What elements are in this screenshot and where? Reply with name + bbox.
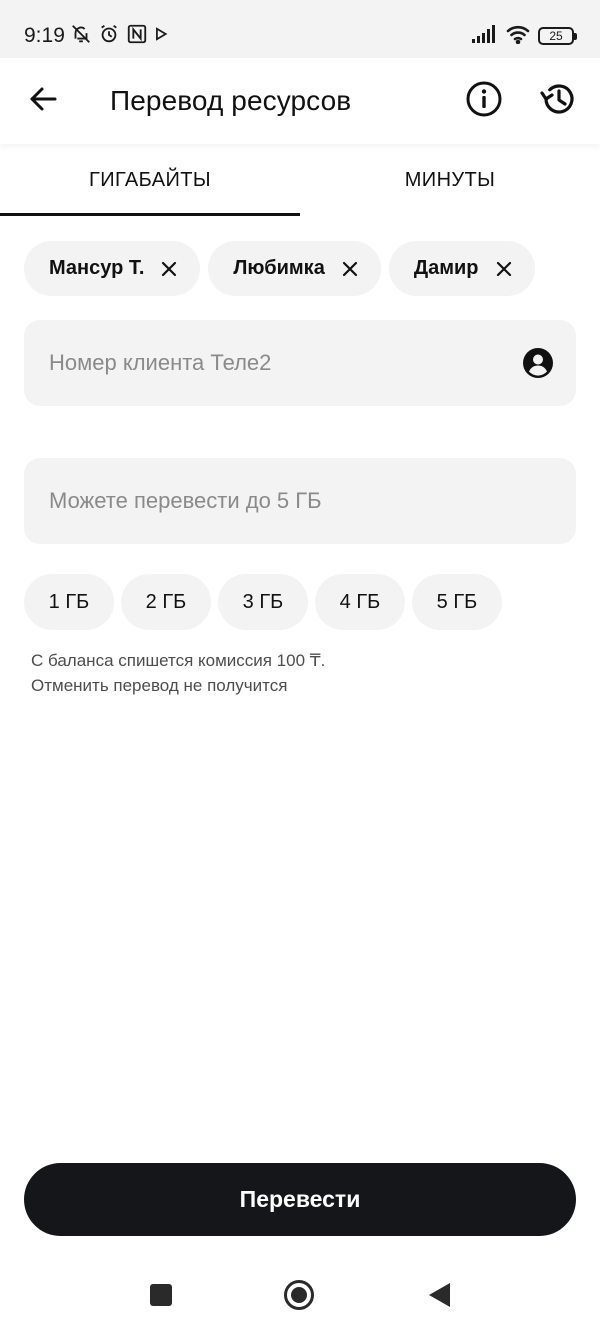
square-icon <box>149 1283 173 1312</box>
amount-option-5gb[interactable]: 5 ГБ <box>412 574 502 630</box>
phone-field <box>24 320 576 406</box>
contact-chip-label: Мансур Т. <box>49 257 145 279</box>
back-button[interactable] <box>22 80 64 122</box>
back-arrow-icon <box>27 83 59 120</box>
amount-option-2gb[interactable]: 2 ГБ <box>121 574 211 630</box>
home-circle-icon <box>283 1279 315 1316</box>
contact-chip[interactable]: Дамир <box>388 241 535 296</box>
amount-options: 1 ГБ 2 ГБ 3 ГБ 4 ГБ 5 ГБ <box>24 574 502 630</box>
contact-chip[interactable]: Любимка <box>208 241 381 296</box>
signal-icon <box>472 24 498 48</box>
phone-input[interactable] <box>24 320 576 406</box>
system-nav-bar <box>0 1262 600 1332</box>
status-time: 9:19 <box>24 24 65 47</box>
nfc-icon <box>126 23 148 50</box>
amount-option-1gb[interactable]: 1 ГБ <box>24 574 114 630</box>
wifi-icon <box>506 24 530 49</box>
history-button[interactable] <box>536 79 580 123</box>
contact-chip[interactable]: Мансур Т. <box>24 241 201 296</box>
close-icon[interactable] <box>160 260 178 278</box>
amount-option-3gb[interactable]: 3 ГБ <box>218 574 308 630</box>
fee-notice-line: Отменить перевод не получится <box>31 676 288 695</box>
close-icon[interactable] <box>341 260 359 278</box>
amount-option-4gb[interactable]: 4 ГБ <box>315 574 405 630</box>
close-icon[interactable] <box>495 260 513 278</box>
muted-bell-icon <box>70 23 92 50</box>
play-store-icon <box>154 26 168 46</box>
tab-minutes[interactable]: МИНУТЫ <box>300 144 600 216</box>
transfer-button[interactable]: Перевести <box>24 1163 576 1236</box>
status-bar: 9:19 25 <box>0 0 600 58</box>
system-back-button[interactable] <box>424 1282 454 1312</box>
alarm-icon <box>98 23 120 50</box>
fee-notice-line: С баланса спишется комиссия 100 ₸. <box>31 651 326 670</box>
app-bar: Перевод ресурсов <box>0 58 600 144</box>
info-icon <box>465 80 503 123</box>
battery-icon: 25 <box>538 27 577 45</box>
contact-chip-label: Любимка <box>233 257 325 279</box>
status-icons-left <box>70 22 168 50</box>
amount-input[interactable] <box>24 458 576 544</box>
info-button[interactable] <box>462 79 506 123</box>
contact-picker-icon[interactable] <box>522 347 554 379</box>
tab-gigabytes[interactable]: ГИГАБАЙТЫ <box>0 144 300 216</box>
triangle-back-icon <box>426 1281 452 1314</box>
home-button[interactable] <box>284 1279 314 1312</box>
fee-notice: С баланса спишется комиссия 100 ₸. Отмен… <box>31 648 325 698</box>
recents-button[interactable] <box>146 1282 176 1312</box>
contact-chip-label: Дамир <box>413 257 479 279</box>
battery-level: 25 <box>549 29 563 43</box>
history-icon <box>538 79 578 124</box>
recent-contacts: Мансур Т. Любимка Дамир <box>24 241 535 296</box>
status-icons-right: 25 <box>472 22 577 50</box>
amount-field <box>24 458 576 544</box>
page-title: Перевод ресурсов <box>110 85 352 116</box>
tab-bar: ГИГАБАЙТЫ МИНУТЫ <box>0 144 600 216</box>
